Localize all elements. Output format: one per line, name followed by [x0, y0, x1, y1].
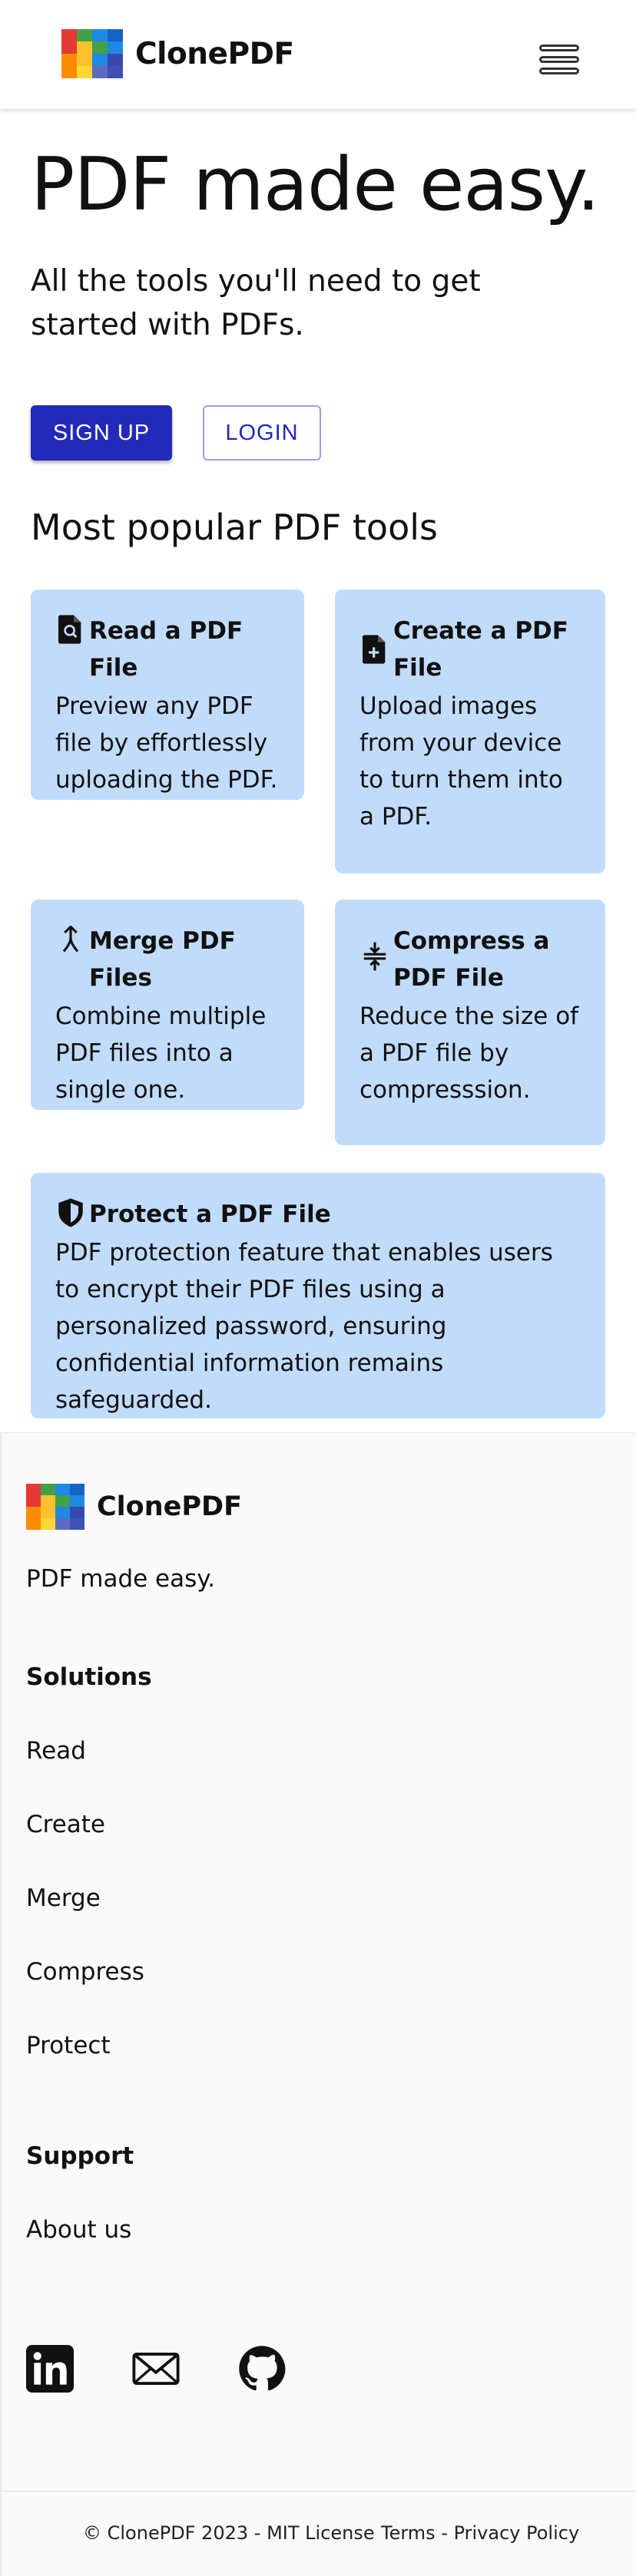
logo-tile: [108, 54, 123, 66]
card-description: PDF protection feature that enables user…: [55, 1239, 553, 1414]
logo-tile: [41, 1484, 55, 1495]
logo-tile: [77, 41, 92, 54]
linkedin-icon[interactable]: [26, 2345, 74, 2393]
sign-up-button[interactable]: SIGN UP: [31, 405, 172, 461]
logo-tile: [26, 1507, 41, 1518]
hamburger-menu-button[interactable]: [539, 43, 581, 80]
menu-bar: [539, 55, 579, 63]
logo-tile: [70, 1495, 84, 1507]
logo-tile: [77, 29, 92, 41]
logo-tile: [61, 29, 77, 41]
logo-tile: [61, 41, 77, 54]
footer-tagline: PDF made easy.: [26, 1565, 216, 1593]
tool-card-merge[interactable]: Merge PDF Files Combine multiple PDF fil…: [31, 900, 304, 1110]
site-footer: ClonePDF PDF made easy. Solutions Read C…: [0, 1432, 636, 2576]
footer-link-about-us[interactable]: About us: [26, 2216, 131, 2244]
solutions-heading: Solutions: [26, 1663, 152, 1691]
tool-card-protect[interactable]: Protect a PDF File PDF protection featur…: [31, 1173, 605, 1418]
site-header: ClonePDF: [0, 0, 636, 109]
logo-tile: [61, 54, 77, 66]
hero-title: PDF made easy.: [31, 143, 600, 227]
footer-link-protect[interactable]: Protect: [26, 2032, 111, 2059]
terms-privacy-link[interactable]: Terms - Privacy Policy: [381, 2522, 579, 2544]
logo-tile: [26, 1495, 41, 1507]
card-description: Upload images from your device to turn t…: [359, 692, 563, 831]
logo-tile: [92, 41, 108, 54]
login-button[interactable]: LOGIN: [203, 405, 321, 461]
logo-tile: [77, 66, 92, 78]
logo-icon: [26, 1484, 84, 1530]
logo-tile: [61, 66, 77, 78]
file-plus-icon: [359, 632, 390, 666]
card-title: Protect a PDF File: [89, 1200, 331, 1228]
brand-name: ClonePDF: [135, 36, 294, 71]
logo-icon: [61, 29, 123, 78]
support-heading: Support: [26, 2142, 134, 2170]
logo-tile: [26, 1518, 41, 1530]
card-title: Merge PDF Files: [89, 927, 236, 992]
file-search-icon: [55, 613, 86, 646]
footer-brand-link[interactable]: ClonePDF: [26, 1484, 242, 1530]
card-description: Preview any PDF file by effortlessly upl…: [55, 692, 278, 794]
logo-tile: [77, 54, 92, 66]
logo-tile: [55, 1495, 70, 1507]
footer-link-merge[interactable]: Merge: [26, 1884, 101, 1912]
brand-logo-link[interactable]: ClonePDF: [61, 29, 294, 78]
card-title: Create a PDF File: [393, 617, 568, 682]
footer-bottom-bar: © ClonePDF 2023 - MIT License Terms - Pr…: [2, 2491, 636, 2576]
footer-link-create[interactable]: Create: [26, 1811, 105, 1838]
logo-tile: [70, 1484, 84, 1495]
footer-brand-name: ClonePDF: [97, 1491, 242, 1522]
logo-tile: [41, 1518, 55, 1530]
card-title: Read a PDF File: [89, 617, 243, 682]
card-title: Compress a PDF File: [393, 927, 550, 992]
merge-icon: [55, 923, 86, 956]
logo-tile: [92, 29, 108, 41]
hero-subtitle: All the tools you'll need to get started…: [31, 264, 481, 342]
logo-tile: [26, 1484, 41, 1495]
logo-tile: [55, 1518, 70, 1530]
tool-card-compress[interactable]: Compress a PDF File Reduce the size of a…: [335, 900, 605, 1145]
section-title: Most popular PDF tools: [31, 507, 438, 548]
shield-icon: [55, 1196, 86, 1230]
logo-tile: [108, 29, 123, 41]
card-description: Combine multiple PDF files into a single…: [55, 1002, 267, 1104]
footer-link-compress[interactable]: Compress: [26, 1958, 144, 1986]
compress-icon: [359, 940, 390, 973]
logo-tile: [55, 1507, 70, 1518]
tool-card-read[interactable]: Read a PDF File Preview any PDF file by …: [31, 590, 304, 800]
card-description: Reduce the size of a PDF file by compres…: [359, 1002, 579, 1104]
logo-tile: [70, 1518, 84, 1530]
logo-tile: [55, 1484, 70, 1495]
logo-tile: [41, 1507, 55, 1518]
logo-tile: [92, 66, 108, 78]
logo-tile: [92, 54, 108, 66]
tool-card-create[interactable]: Create a PDF File Upload images from you…: [335, 590, 605, 874]
mail-icon[interactable]: [132, 2345, 180, 2393]
github-icon[interactable]: [238, 2345, 286, 2393]
logo-tile: [108, 66, 123, 78]
footer-link-read[interactable]: Read: [26, 1737, 86, 1765]
menu-bar: [539, 44, 579, 51]
logo-tile: [70, 1507, 84, 1518]
copyright-text: © ClonePDF 2023 - MIT License: [83, 2522, 375, 2544]
menu-bar: [539, 67, 579, 74]
logo-tile: [41, 1495, 55, 1507]
logo-tile: [108, 41, 123, 54]
